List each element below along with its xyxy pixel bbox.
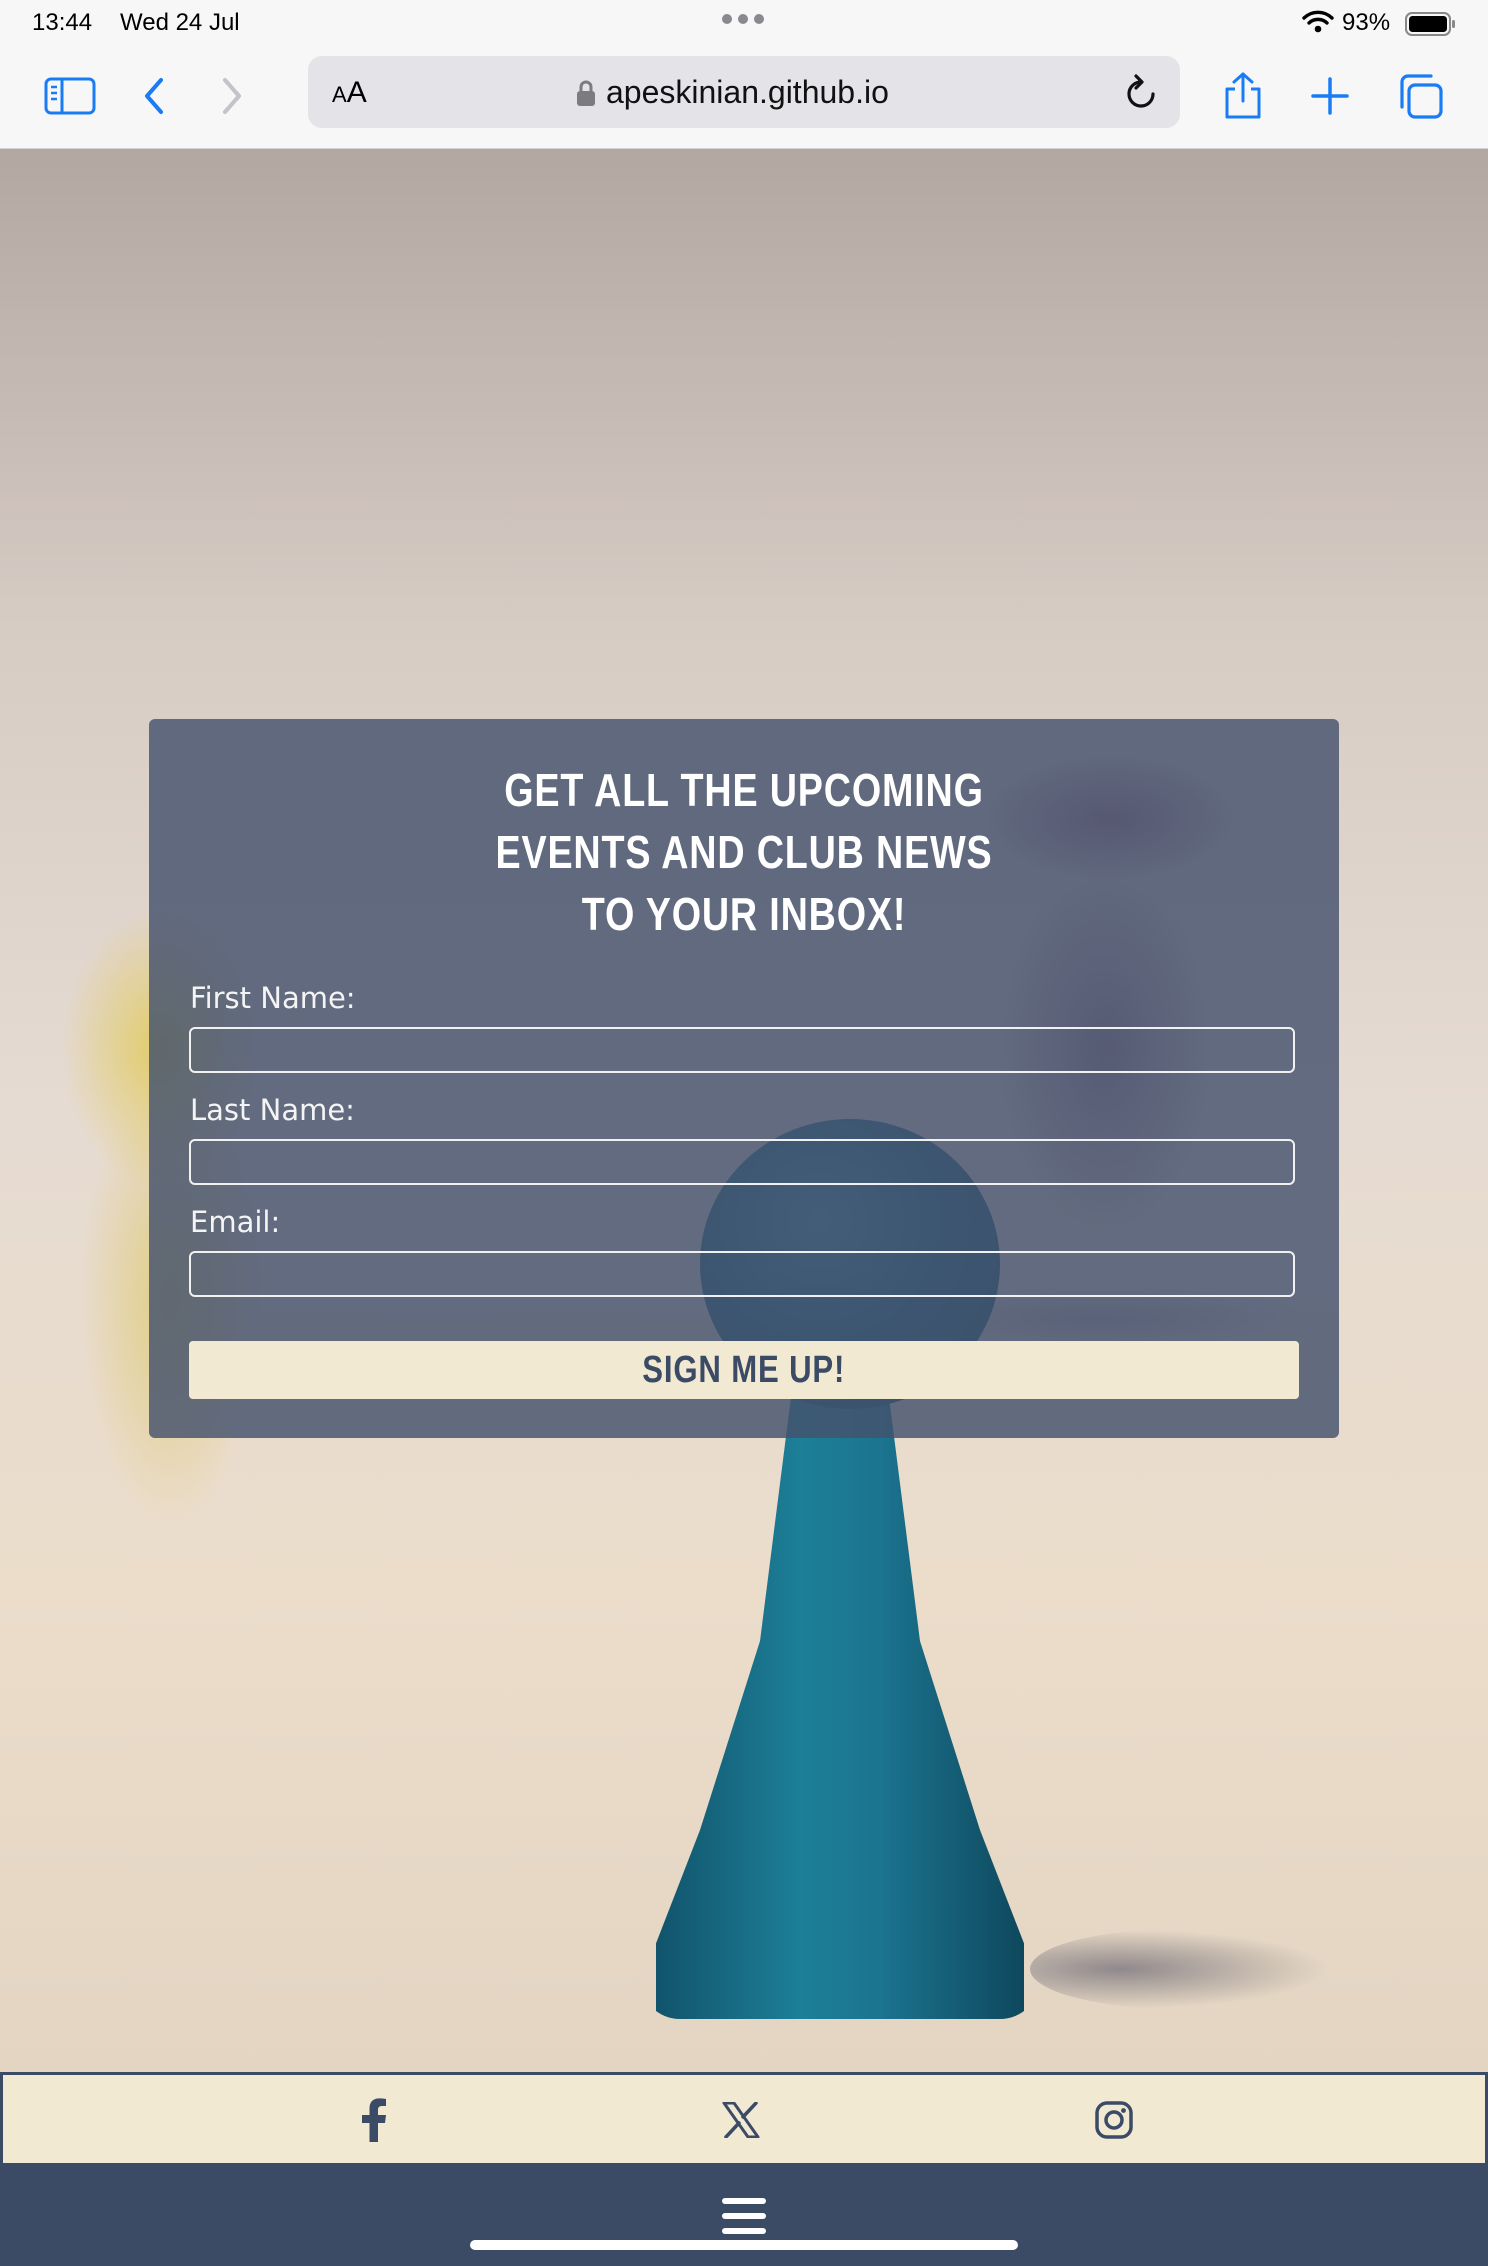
sign-me-up-label: SIGN ME UP! [642,1348,846,1391]
signup-heading-line: GET ALL THE UPCOMING [504,764,984,816]
first-name-label: First Name: [190,981,356,1015]
address-bar[interactable]: AA apeskinian.github.io [308,56,1180,128]
lock-icon [577,80,595,106]
facebook-icon[interactable] [349,2095,399,2145]
reload-icon[interactable] [1122,72,1160,112]
email-label: Email: [190,1205,281,1239]
status-date: Wed 24 Jul [120,9,240,36]
wifi-icon [1302,10,1334,33]
new-tab-icon[interactable] [1300,68,1360,124]
email-field[interactable] [189,1251,1295,1297]
sidebar-icon[interactable] [40,68,100,124]
last-name-field[interactable] [189,1139,1295,1185]
url-text[interactable]: apeskinian.github.io [606,74,889,111]
share-icon[interactable] [1213,68,1273,124]
status-bar: 13:44 Wed 24 Jul 93% [0,0,1488,48]
signup-heading-line: TO YOUR INBOX! [581,888,907,940]
status-time: 13:44 [32,9,93,36]
last-name-label: Last Name: [190,1093,355,1127]
back-icon[interactable] [124,68,184,124]
tabs-icon[interactable] [1390,68,1450,124]
multitasking-dots-icon[interactable] [722,14,764,24]
instagram-icon[interactable] [1089,2095,1139,2145]
sign-me-up-button[interactable]: SIGN ME UP! [189,1341,1299,1399]
signup-heading-line: EVENTS AND CLUB NEWS [495,826,993,878]
teal-pawn-body [656,1389,1024,2019]
text-size-button[interactable]: AA [332,76,367,110]
newsletter-signup-card: GET ALL THE UPCOMING EVENTS AND CLUB NEW… [149,719,1339,1438]
signup-heading: GET ALL THE UPCOMING EVENTS AND CLUB NEW… [256,759,1232,945]
home-indicator[interactable] [470,2240,1018,2250]
hamburger-menu-icon[interactable] [722,2198,766,2238]
battery-percentage: 93% [1342,9,1391,36]
first-name-field[interactable] [189,1027,1295,1073]
x-icon[interactable] [716,2095,766,2145]
bottom-navbar [0,2166,1488,2266]
pawn-shadow [1030,1929,1330,2009]
browser-toolbar: AA apeskinian.github.io [0,48,1488,149]
social-links-bar [0,2072,1488,2166]
battery-icon [1405,12,1455,36]
forward-icon[interactable] [202,68,262,124]
